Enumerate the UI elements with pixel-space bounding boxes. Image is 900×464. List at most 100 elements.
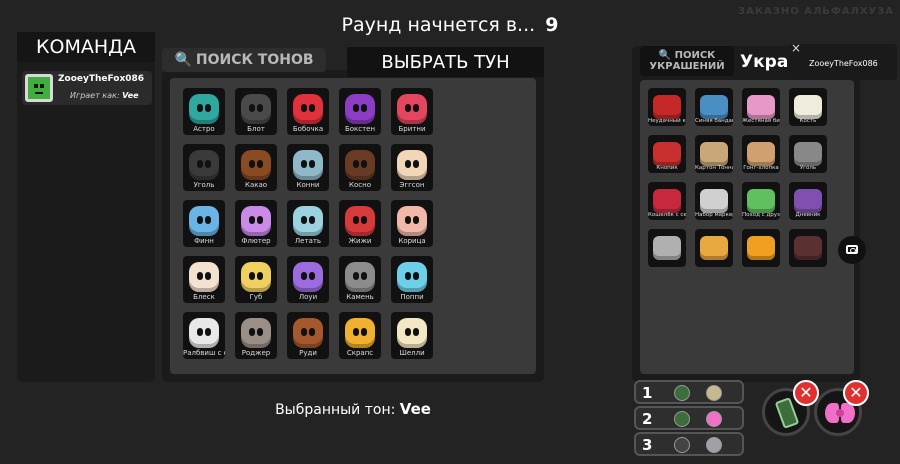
toon-card[interactable]: Жижи	[337, 198, 383, 249]
accessory-grid: Неудачный кошелёк Синяя бандана Жестяная б…	[646, 86, 829, 269]
toon-name: Блеск	[193, 293, 215, 301]
toon-card[interactable]: Какао	[233, 142, 279, 193]
toon-card[interactable]: Флютер	[233, 198, 279, 249]
accessory-grid-scrollbar[interactable]	[838, 90, 843, 140]
toon-name: Лоуи	[298, 293, 318, 301]
accessory-search-input[interactable]: 🔍 ПОИСК УКРАШЕНИЙ	[640, 46, 734, 76]
accessory-image	[653, 189, 681, 213]
remove-bow-button[interactable]: ✕	[843, 380, 869, 406]
accessory-card[interactable]: Кнопик	[646, 133, 688, 175]
outfit-slot[interactable]: 1	[634, 380, 744, 404]
tooltip-close-button[interactable]: ×	[791, 41, 801, 55]
camera-button[interactable]	[838, 236, 866, 264]
toon-name: Астро	[193, 125, 215, 133]
toon-name: Корица	[398, 237, 426, 245]
toon-grid-scrollbar[interactable]	[436, 88, 442, 284]
accessory-image	[747, 189, 775, 213]
toon-name: Финн	[194, 237, 214, 245]
toon-card[interactable]: Руди	[285, 310, 331, 361]
accessory-name: Синяя бандана	[695, 118, 733, 124]
accessory-card[interactable]: Гонг-хлопка	[740, 133, 782, 175]
toon-portrait	[397, 94, 427, 124]
accessory-card[interactable]: Кость	[787, 86, 829, 128]
toon-card[interactable]: Камень	[337, 254, 383, 305]
toon-name: Руди	[299, 349, 317, 357]
toon-portrait	[189, 262, 219, 292]
acc-search-line2: УКРАШЕНИЙ	[649, 61, 725, 72]
accessory-image	[794, 142, 822, 166]
toon-card[interactable]: Корица	[389, 198, 435, 249]
accessory-card[interactable]	[740, 227, 782, 269]
player-avatar	[25, 74, 53, 102]
toon-card[interactable]: Шелли	[389, 310, 435, 361]
toon-card[interactable]: Бритни	[389, 86, 435, 137]
toon-card[interactable]: Блеск	[181, 254, 227, 305]
toon-name: Какао	[244, 181, 268, 189]
outfit-slot[interactable]: 2	[634, 406, 744, 430]
toon-portrait	[241, 94, 271, 124]
toon-portrait	[293, 318, 323, 348]
selected-label: Выбранный тон:	[275, 402, 396, 418]
team-player-card[interactable]: ZooeyTheFox086 Играет как: Vee	[22, 71, 152, 105]
accessory-card[interactable]: Картон Тонная?	[693, 133, 735, 175]
player-plays-as: Играет как: Vee	[70, 91, 139, 100]
search-icon: 🔍	[174, 52, 192, 68]
accessory-image	[747, 142, 775, 166]
toon-search-placeholder: ПОИСК ТОНОВ	[195, 52, 314, 68]
toon-card[interactable]: Роджер	[233, 310, 279, 361]
accessory-card[interactable]: Кошелёк с сердцем	[646, 180, 688, 222]
toon-card[interactable]: Бобочка	[285, 86, 331, 137]
accessory-image	[747, 236, 775, 260]
toon-name: Уголь	[193, 181, 215, 189]
selected-toon: Выбранный тон: Vee	[162, 400, 544, 418]
toon-portrait	[241, 262, 271, 292]
accessory-image	[794, 189, 822, 213]
accessory-card[interactable]: Жестяная бита	[740, 86, 782, 128]
round-prefix: Раунд начнется в...	[341, 14, 536, 36]
accessory-name: Дневник	[795, 212, 821, 218]
accessory-card[interactable]: Неудачный кошелёк	[646, 86, 688, 128]
toon-card[interactable]: Астро	[181, 86, 227, 137]
toon-card[interactable]: Ралбвиш с северным	[181, 310, 227, 361]
accessory-card[interactable]: Синяя бандана	[693, 86, 735, 128]
accessory-card[interactable]: Набор маркеров	[693, 180, 735, 222]
toon-name: Косно	[349, 181, 371, 189]
accessory-image	[794, 236, 822, 260]
accessory-image	[653, 142, 681, 166]
toon-card[interactable]: Уголь	[181, 142, 227, 193]
toon-name: Скрапс	[346, 349, 374, 357]
toon-search-input[interactable]: 🔍 ПОИСК ТОНОВ	[162, 48, 326, 72]
outfit-slot[interactable]: 3	[634, 432, 744, 456]
toon-card[interactable]: Конни	[285, 142, 331, 193]
accessory-name: Гонг-хлопка	[743, 165, 779, 171]
accessory-card[interactable]	[787, 227, 829, 269]
toon-card[interactable]: Эггсон	[389, 142, 435, 193]
accessory-card[interactable]: Дневник	[787, 180, 829, 222]
accessory-card[interactable]: Уголь	[787, 133, 829, 175]
toon-card[interactable]: Поппи	[389, 254, 435, 305]
accessory-card[interactable]	[646, 227, 688, 269]
toon-card[interactable]: Финн	[181, 198, 227, 249]
player-name: ZooeyTheFox086	[58, 74, 145, 84]
accessory-card[interactable]: Поход с друзьями	[740, 180, 782, 222]
toon-card[interactable]: Летать	[285, 198, 331, 249]
toon-portrait	[241, 150, 271, 180]
accessory-image	[700, 236, 728, 260]
toon-portrait	[293, 262, 323, 292]
selected-value: Vee	[399, 400, 431, 418]
toon-portrait	[345, 262, 375, 292]
toon-name: Камень	[346, 293, 374, 301]
bow-icon	[825, 403, 855, 423]
toon-card[interactable]: Блот	[233, 86, 279, 137]
toon-portrait	[345, 318, 375, 348]
toon-portrait	[345, 94, 375, 124]
toon-name: Жижи	[348, 237, 372, 245]
accessory-image	[747, 95, 775, 119]
toon-card[interactable]: Скрапс	[337, 310, 383, 361]
toon-card[interactable]: Бокстен	[337, 86, 383, 137]
toon-card[interactable]: Губ	[233, 254, 279, 305]
toon-card[interactable]: Косно	[337, 142, 383, 193]
toon-card[interactable]: Лоуи	[285, 254, 331, 305]
search-icon: 🔍	[658, 50, 672, 61]
accessory-card[interactable]	[693, 227, 735, 269]
